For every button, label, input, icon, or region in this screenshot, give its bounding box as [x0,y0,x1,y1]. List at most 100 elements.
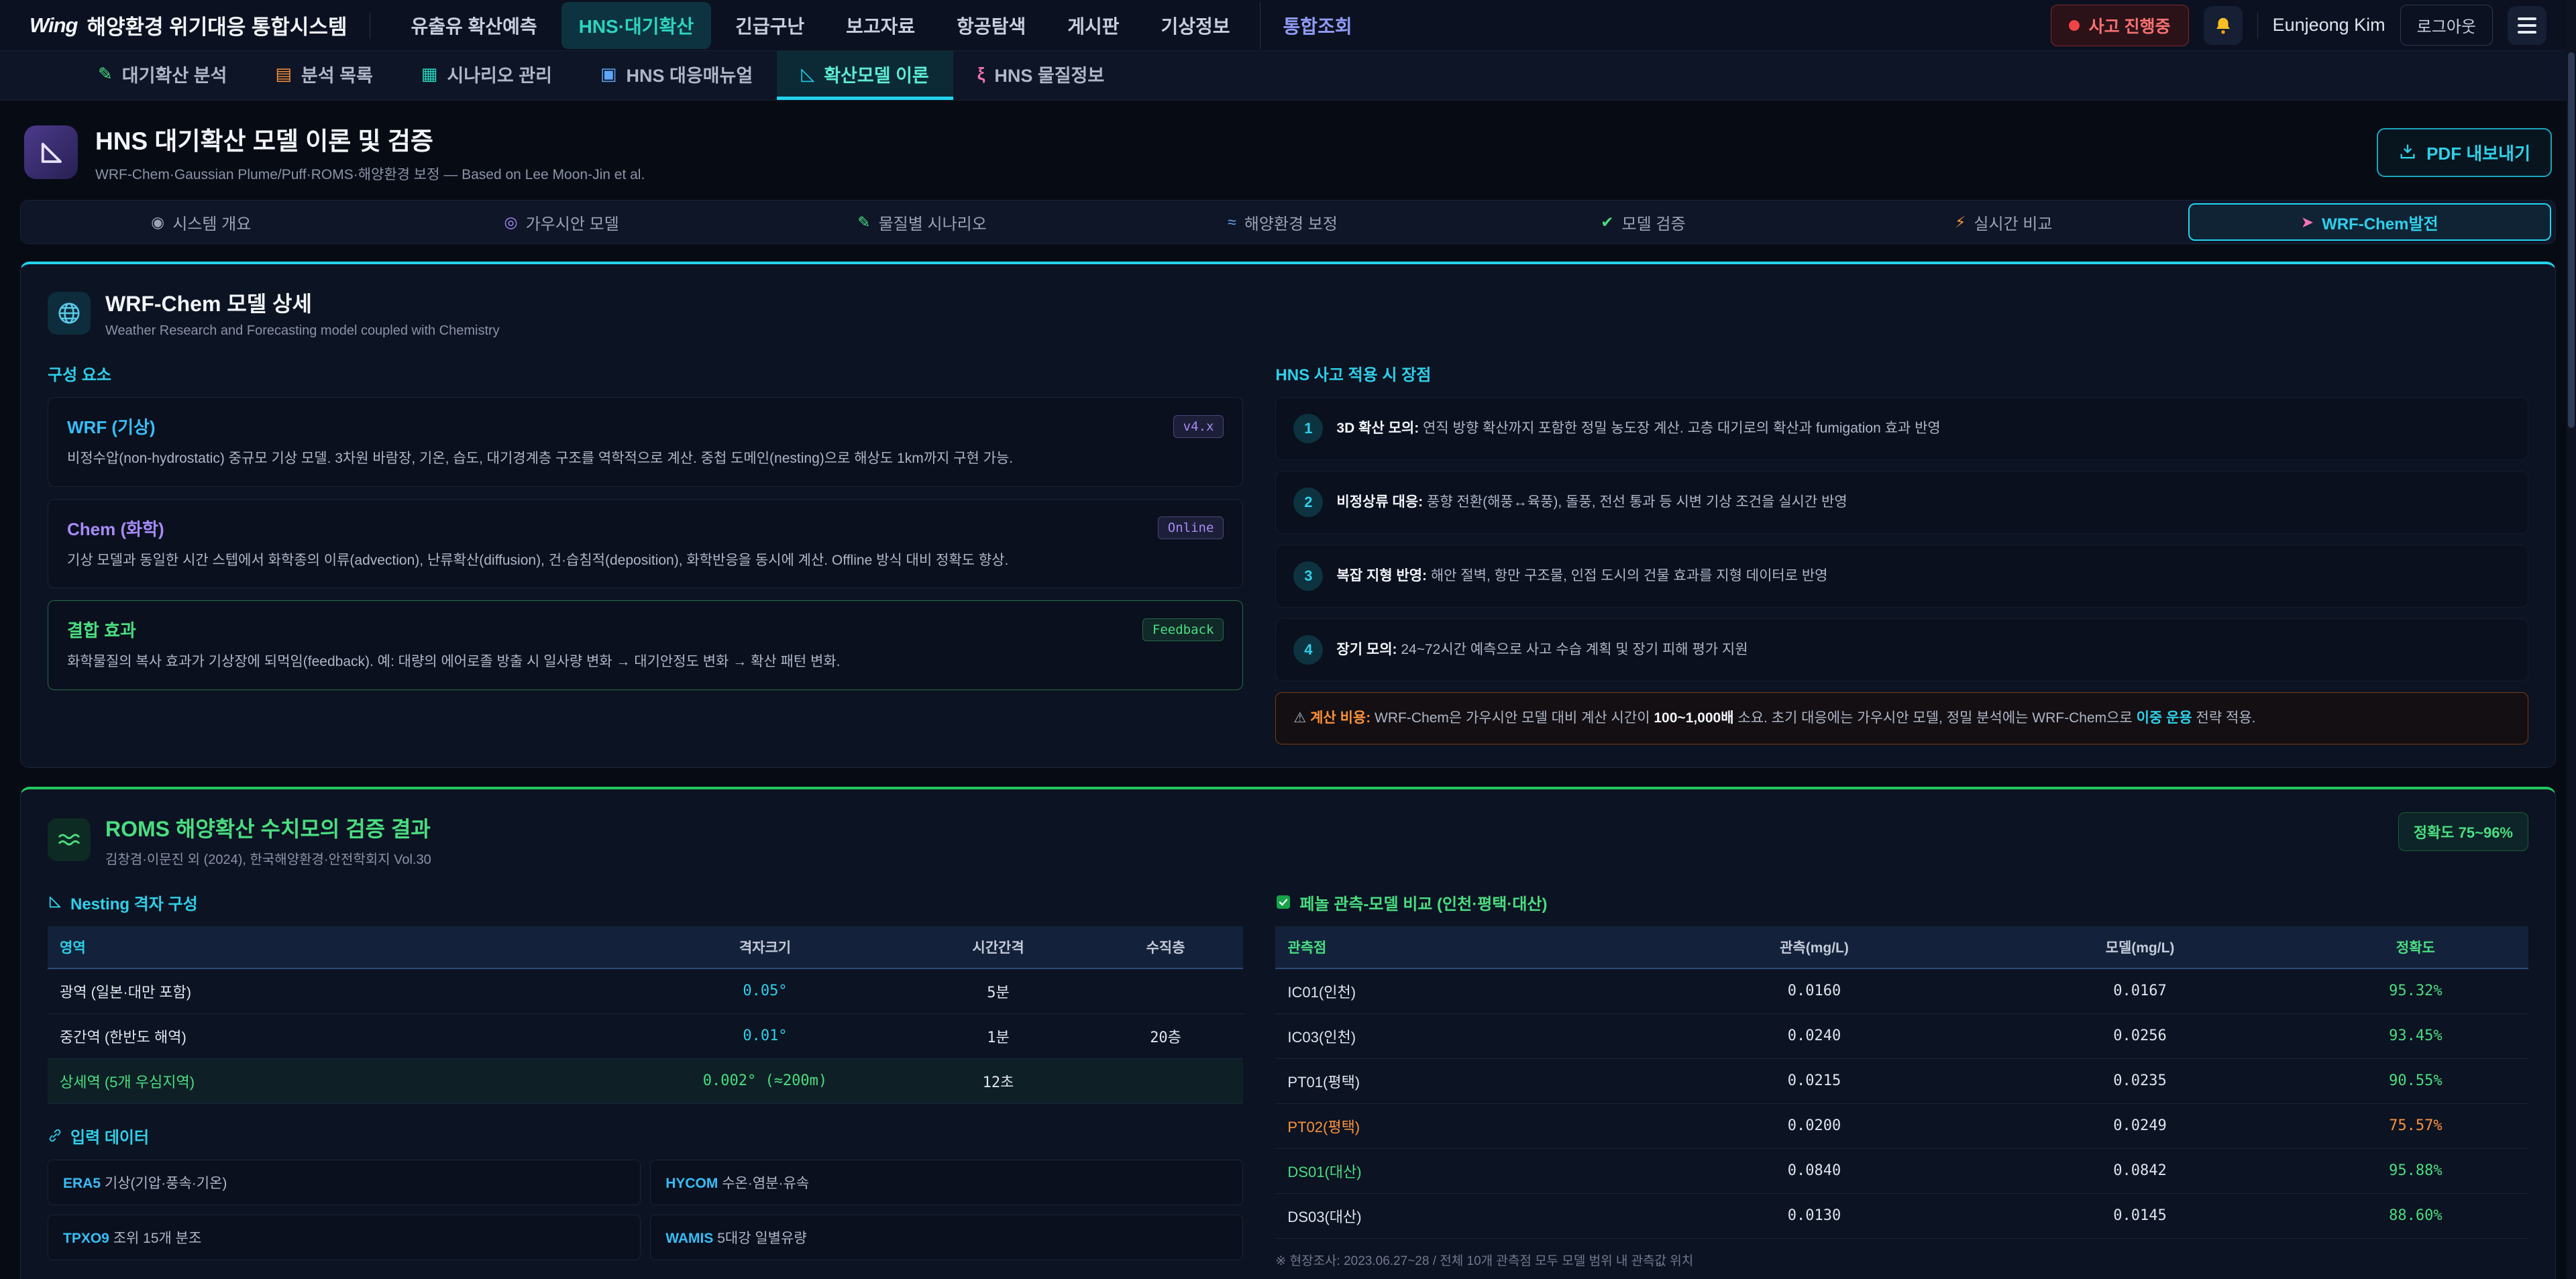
download-icon [2398,143,2417,162]
top-navbar: Wing 해양환경 위기대응 통합시스템 유출유 확산예측 HNS·대기확산 긴… [0,0,2576,51]
list-icon: ▤ [275,64,292,85]
wave-icon: ≈ [1228,213,1236,231]
cost-warning-note: ⚠ 계산 비용: WRF-Chem은 가우시안 모델 대비 계산 시간이 100… [1275,692,2528,744]
table-row: PT01(평택)0.02150.023590.55% [1275,1058,2528,1103]
notification-bell-button[interactable] [2204,6,2243,45]
main-content: HNS 대기확산 모델 이론 및 검증 WRF-Chem·Gaussian Pl… [0,101,2576,1279]
input-data-hycom: HYCOM 수온·염분·유속 [650,1160,1243,1205]
tab-substance-scenario[interactable]: ✎ 물질별 시나리오 [742,201,1102,243]
number-badge: 4 [1293,635,1323,665]
incident-status-badge: 사고 진행중 [2051,5,2189,46]
subnav-label: HNS 대응매뉴얼 [627,61,753,87]
triangle-ruler-icon [24,125,78,179]
incident-badge-label: 사고 진행중 [2089,13,2171,38]
logo-wing-icon: Wing [30,13,77,38]
subnav-item-analysis-list[interactable]: ▤ 분석 목록 [251,51,396,100]
page-title: HNS 대기확산 모델 이론 및 검증 [95,121,645,157]
component-name: 결합 효과 [67,617,136,642]
table-row: 광역 (일본·대만 포함) 0.05° 5분 [48,968,1243,1014]
component-name: Chem (화학) [67,516,164,541]
subnav-item-hns-substance[interactable]: ξ HNS 물질정보 [953,51,1128,100]
nav-item-oil-spill[interactable]: 유출유 확산예측 [393,2,554,49]
input-data-heading: 입력 데이터 [48,1124,1243,1148]
warning-icon: ⚠ [1293,710,1306,726]
input-data-wamis: WAMIS 5대강 일별유량 [650,1215,1243,1260]
tab-label: 실시간 비교 [1974,211,2052,234]
tab-system-overview[interactable]: ◉ 시스템 개요 [21,201,381,243]
chart-icon: ▦ [421,64,438,85]
nav-item-rescue[interactable]: 긴급구난 [718,2,822,49]
subnav-item-atmos-analysis[interactable]: ✎ 대기확산 분석 [74,51,251,100]
advantage-item: 4 장기 모의: 24~72시간 예측으로 사고 수습 계획 및 장기 피해 평… [1275,618,2528,681]
app-logo[interactable]: Wing 해양환경 위기대응 통합시스템 [30,10,347,40]
input-data-tpxo9: TPXO9 조위 15개 분조 [48,1215,641,1260]
table-row: DS01(대산)0.08400.084295.88% [1275,1148,2528,1193]
number-badge: 3 [1293,561,1323,591]
advantage-item: 1 3D 확산 모의: 연직 방향 확산까지 포함한 정밀 농도장 계산. 고층… [1275,397,2528,460]
feedback-badge: Feedback [1142,618,1224,641]
subnav-item-scenario-mgmt[interactable]: ▦ 시나리오 관리 [397,51,576,100]
online-badge: Online [1158,516,1224,539]
scrollbar-thumb[interactable] [2568,52,2575,428]
tab-label: 시스템 개요 [172,211,251,234]
nesting-grid-table: 영역 격자크기 시간간격 수직층 광역 (일본·대만 포함) 0.05° 5분 [48,926,1243,1104]
nav-item-weather[interactable]: 기상정보 [1144,2,1248,49]
roms-card-subtitle: 김창겸·이문진 외 (2024), 한국해양환경·안전학회지 Vol.30 [105,848,431,868]
pencil-icon: ✎ [857,213,870,231]
divider [2257,12,2258,39]
component-coupling: 결합 효과 Feedback 화학물질의 복사 효과가 기상장에 되먹임(fee… [48,600,1243,690]
wrf-chem-detail-card: WRF-Chem 모델 상세 Weather Research and Fore… [20,262,2556,768]
subnav-label: 대기확산 분석 [122,61,227,87]
tab-marine-correction[interactable]: ≈ 해양환경 보정 [1102,201,1462,243]
globe-icon [48,292,91,335]
subnav-item-hns-manual[interactable]: ▣ HNS 대응매뉴얼 [576,51,777,100]
tab-realtime-compare[interactable]: ⚡ 실시간 비교 [1823,201,2184,243]
dna-icon: ξ [977,64,985,85]
subnav-label: 시나리오 관리 [447,61,552,87]
nav-item-board[interactable]: 게시판 [1050,2,1136,49]
tab-wrf-chem-advance[interactable]: ➤ WRF-Chem발전 [2188,203,2551,241]
microscope-icon: ◉ [151,213,164,231]
subnav-item-model-theory[interactable]: ◺ 확산모델 이론 [777,51,953,100]
phenol-compare-heading: 페놀 관측-모델 비교 (인천·평택·대산) [1275,891,2528,914]
spiral-icon: ◎ [504,213,518,231]
advantages-heading: HNS 사고 적용 시 장점 [1275,362,2528,385]
nav-item-integrated-search[interactable]: 통합조회 [1260,2,1370,49]
number-badge: 2 [1293,488,1323,517]
hamburger-icon [2518,17,2536,34]
nav-item-hns-atmos[interactable]: HNS·대기확산 [561,2,711,49]
tab-gaussian-model[interactable]: ◎ 가우시안 모델 [381,201,741,243]
menu-button[interactable] [2508,6,2546,45]
component-wrf: WRF (기상) v4.x 비정수압(non-hydrostatic) 중규모 … [48,397,1243,487]
subnav-label: 확산모델 이론 [824,61,929,87]
number-badge: 1 [1293,414,1323,443]
component-name: WRF (기상) [67,414,156,439]
accuracy-badge: 정확도 75~96% [2398,812,2528,851]
page-header: HNS 대기확산 모델 이론 및 검증 WRF-Chem·Gaussian Pl… [24,121,2552,184]
roms-card-title: ROMS 해양확산 수치모의 검증 결과 [105,812,431,843]
roms-validation-card: ROMS 해양확산 수치모의 검증 결과 김창겸·이문진 외 (2024), 한… [20,787,2556,1279]
section-tabbar: ◉ 시스템 개요 ◎ 가우시안 모델 ✎ 물질별 시나리오 ≈ 해양환경 보정 … [20,200,2556,244]
check-icon: ✔ [1601,213,1613,231]
component-desc: 화학물질의 복사 효과가 기상장에 되먹임(feedback). 예: 대량의 … [67,651,1224,673]
nesting-heading: Nesting 격자 구성 [48,891,1243,914]
nav-item-reports[interactable]: 보고자료 [828,2,932,49]
tab-label: 해양환경 보정 [1244,211,1338,234]
version-badge: v4.x [1173,415,1224,438]
pdf-export-button[interactable]: PDF 내보내기 [2377,128,2552,177]
wrf-card-title: WRF-Chem 모델 상세 [105,287,500,318]
page-scrollbar[interactable] [2567,0,2576,1279]
nav-item-aerial-search[interactable]: 항공탐색 [939,2,1043,49]
lightning-icon: ⚡ [1955,213,1966,231]
logout-button[interactable]: 로그아웃 [2400,5,2493,46]
table-row: IC03(인천)0.02400.025693.45% [1275,1013,2528,1058]
tab-label: 가우시안 모델 [526,211,619,234]
advantage-item: 3 복잡 지형 반영: 해안 절벽, 항만 구조물, 인접 도시의 건물 효과를… [1275,545,2528,608]
phenol-compare-table: 관측점 관측(mg/L) 모델(mg/L) 정확도 IC01(인천)0.0160… [1275,926,2528,1239]
table-row: DS03(대산)0.01300.014588.60% [1275,1193,2528,1238]
tab-model-validation[interactable]: ✔ 모델 검증 [1463,201,1823,243]
component-desc: 비정수압(non-hydrostatic) 중규모 기상 모델. 3차원 바람장… [67,448,1224,470]
table-row: IC01(인천)0.01600.016795.32% [1275,968,2528,1014]
wave-icon [48,818,91,861]
tab-label: WRF-Chem발전 [2322,211,2438,234]
